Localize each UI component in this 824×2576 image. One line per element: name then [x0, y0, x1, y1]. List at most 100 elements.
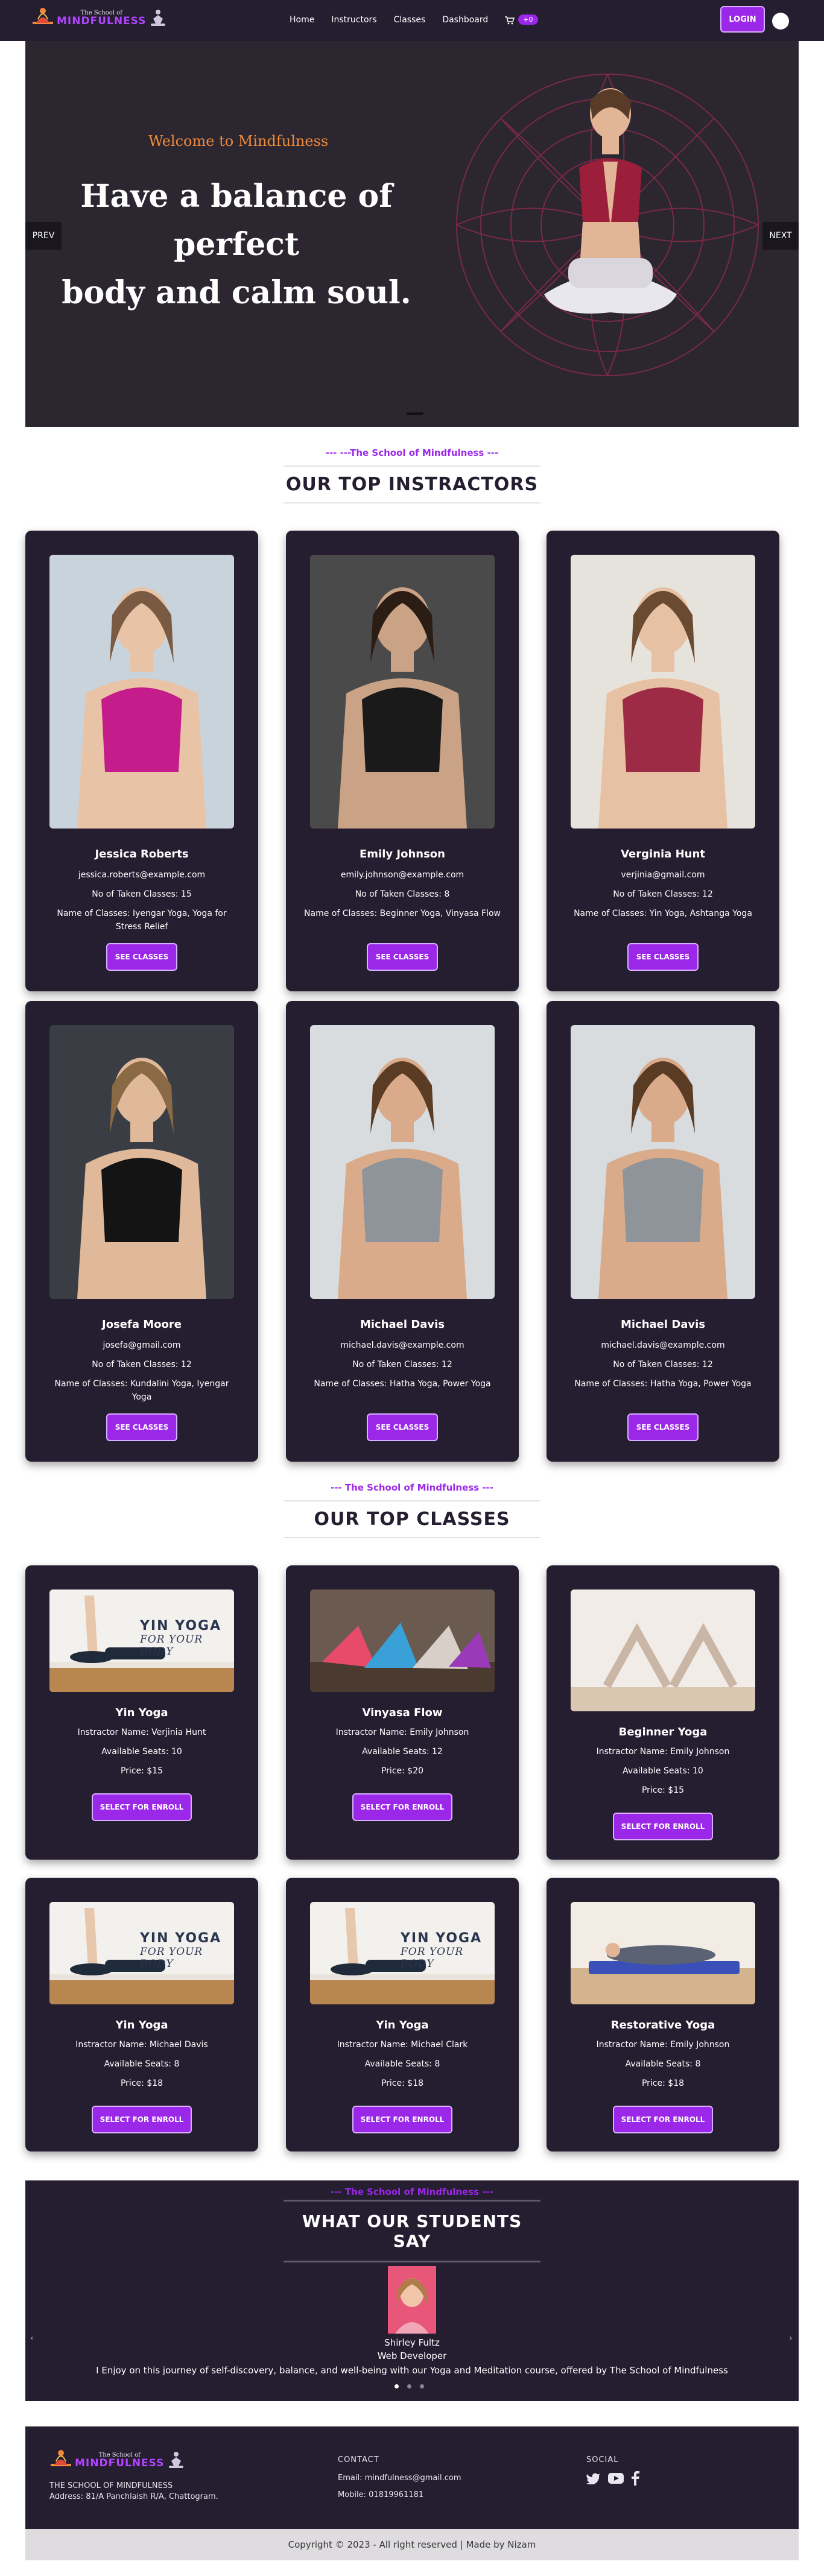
instructor-card: Michael Davis michael.davis@example.com … [547, 1001, 779, 1462]
nav-home[interactable]: Home [290, 15, 314, 25]
select-for-enroll-button[interactable]: SELECT FOR ENROLL [92, 2106, 192, 2133]
class-card: YIN YOGA FOR YOUR BODY Yin Yoga Instract… [25, 1565, 258, 1860]
instructor-photo [49, 1025, 234, 1299]
meditating-figure-icon [150, 9, 166, 27]
social-links [586, 2471, 639, 2488]
footer-address-line1: THE SCHOOL OF MINDFULNESS [49, 2481, 173, 2490]
instructors-title: OUR TOP INSTRACTORS [284, 466, 540, 504]
hero-slide-indicator[interactable] [407, 412, 423, 415]
class-photo: YIN YOGA FOR YOUR BODY [49, 1589, 234, 1692]
see-classes-button[interactable]: SEE CLASSES [106, 943, 177, 971]
instructor-taken-classes: No of Taken Classes: 8 [355, 889, 450, 899]
class-photo: YIN YOGA FOR YOUR BODY [49, 1902, 234, 2004]
nav-classes[interactable]: Classes [394, 15, 426, 25]
class-card: Beginner Yoga Instractor Name: Emily Joh… [547, 1565, 779, 1860]
footer-logo[interactable]: The School of MINDFULNESS [49, 2448, 185, 2472]
testimonials-section: --- The School of Mindfulness --- WHAT O… [25, 2180, 799, 2401]
instructor-card: Emily Johnson emily.johnson@example.com … [286, 531, 519, 991]
class-banner-line1: YIN YOGA [401, 1931, 483, 1946]
see-classes-button[interactable]: SEE CLASSES [627, 943, 699, 971]
cart-button[interactable]: +0 [505, 14, 538, 25]
instructor-taken-classes: No of Taken Classes: 12 [613, 889, 713, 899]
hero-prev-button[interactable]: PREV [25, 222, 62, 250]
cart-count-badge: +0 [518, 14, 538, 25]
class-card: Restorative Yoga Instractor Name: Emily … [547, 1878, 779, 2151]
class-available-seats: Available Seats: 8 [625, 2059, 701, 2069]
select-for-enroll-button[interactable]: SELECT FOR ENROLL [613, 1813, 713, 1840]
instructor-email: verjinia@gmail.com [621, 870, 705, 880]
class-name: Restorative Yoga [610, 2019, 715, 2031]
instructor-email: michael.davis@example.com [601, 1340, 725, 1350]
select-for-enroll-button[interactable]: SELECT FOR ENROLL [352, 1793, 452, 1821]
class-photo [571, 1902, 755, 2004]
hero-title-line2: body and calm soul. [62, 274, 411, 311]
instructor-class-names: Name of Classes: Hatha Yoga, Power Yoga [574, 1379, 752, 1389]
hero-next-button[interactable]: NEXT [762, 222, 799, 250]
login-button[interactable]: LOGIN [720, 6, 765, 33]
instructor-class-names: Name of Classes: Beginner Yoga, Vinyasa … [304, 909, 501, 918]
instructor-email: josefa@gmail.com [103, 1340, 181, 1350]
student-role: Web Developer [377, 2350, 447, 2361]
nav-instructors[interactable]: Instructors [331, 15, 376, 25]
footer-contact-heading: CONTACT [338, 2455, 379, 2464]
instructor-taken-classes: No of Taken Classes: 12 [613, 1360, 713, 1369]
nav-dashboard[interactable]: Dashboard [442, 15, 488, 25]
class-photo [571, 1589, 755, 1711]
footer-mobile[interactable]: Mobile: 01819961181 [338, 2490, 423, 2499]
instructor-class-names: Name of Classes: Hatha Yoga, Power Yoga [314, 1379, 491, 1389]
nav-links: Home Instructors Classes Dashboard +0 [290, 14, 538, 25]
instructor-name: Emily Johnson [360, 848, 445, 860]
class-photo [310, 1589, 495, 1692]
class-card: YIN YOGA FOR YOUR BODY Yin Yoga Instract… [25, 1878, 258, 2151]
select-for-enroll-button[interactable]: SELECT FOR ENROLL [613, 2106, 713, 2133]
instructor-name: Michael Davis [360, 1318, 445, 1331]
classes-title: OUR TOP CLASSES [284, 1500, 540, 1538]
class-available-seats: Available Seats: 8 [104, 2059, 180, 2069]
instructor-email: michael.davis@example.com [340, 1340, 464, 1350]
user-avatar[interactable] [772, 13, 789, 30]
class-price: Price: $18 [641, 2079, 685, 2088]
see-classes-button[interactable]: SEE CLASSES [627, 1413, 699, 1441]
class-banner-line2: FOR YOUR BODY [401, 1946, 464, 1970]
class-price: Price: $15 [641, 1785, 685, 1795]
site-logo[interactable]: The School of MINDFULNESS [31, 6, 166, 30]
hero-welcome-text: Welcome to Mindfulness [148, 133, 329, 150]
meditating-figure-icon [168, 2451, 185, 2469]
testimonial-next-arrow[interactable]: › [789, 2334, 793, 2343]
class-price: Price: $20 [381, 1766, 424, 1776]
instructor-email: emily.johnson@example.com [340, 870, 464, 880]
class-banner-line2: FOR YOUR BODY [140, 1946, 203, 1970]
dot-2[interactable] [407, 2384, 411, 2388]
class-banner-line2: FOR YOUR BODY [140, 1634, 203, 1658]
student-name: Shirley Fultz [384, 2337, 440, 2348]
class-available-seats: Available Seats: 8 [364, 2059, 440, 2069]
lotus-logo-icon [49, 2448, 72, 2472]
instructor-photo [571, 555, 755, 829]
see-classes-button[interactable]: SEE CLASSES [367, 943, 438, 971]
instructors-subtitle: --- ---The School of Mindfulness --- [325, 447, 499, 458]
footer-email[interactable]: Email: mindfulness@gmail.com [338, 2473, 461, 2483]
footer-address-line2: Address: 81/A Panchlaish R/A, Chattogram… [49, 2492, 218, 2501]
class-instructor: Instractor Name: Verjinia Hunt [77, 1728, 206, 1737]
select-for-enroll-button[interactable]: SELECT FOR ENROLL [92, 1793, 192, 1821]
instructor-taken-classes: No of Taken Classes: 15 [92, 889, 192, 899]
select-for-enroll-button[interactable]: SELECT FOR ENROLL [352, 2106, 452, 2133]
testimonial-prev-arrow[interactable]: ‹ [30, 2334, 34, 2343]
student-photo [388, 2266, 436, 2334]
footer-social-heading: SOCIAL [586, 2455, 619, 2464]
classes-subtitle: --- The School of Mindfulness --- [330, 1482, 494, 1493]
instructor-name: Verginia Hunt [621, 848, 705, 860]
facebook-icon[interactable] [631, 2471, 639, 2488]
instructor-name: Josefa Moore [102, 1318, 182, 1331]
dot-3[interactable] [420, 2384, 424, 2388]
see-classes-button[interactable]: SEE CLASSES [367, 1413, 438, 1441]
footer: The School of MINDFULNESS THE SCHOOL OF … [25, 2426, 799, 2529]
instructor-class-names: Name of Classes: Kundalini Yoga, Iyengar… [54, 1379, 229, 1402]
testimonial-dots[interactable] [395, 2384, 424, 2388]
dot-1[interactable] [395, 2384, 399, 2388]
hero-slider: Welcome to Mindfulness Have a balance of… [25, 41, 799, 427]
see-classes-button[interactable]: SEE CLASSES [106, 1413, 177, 1441]
twitter-icon[interactable] [586, 2472, 601, 2487]
youtube-icon[interactable] [608, 2472, 624, 2487]
class-price: Price: $18 [381, 2079, 424, 2088]
